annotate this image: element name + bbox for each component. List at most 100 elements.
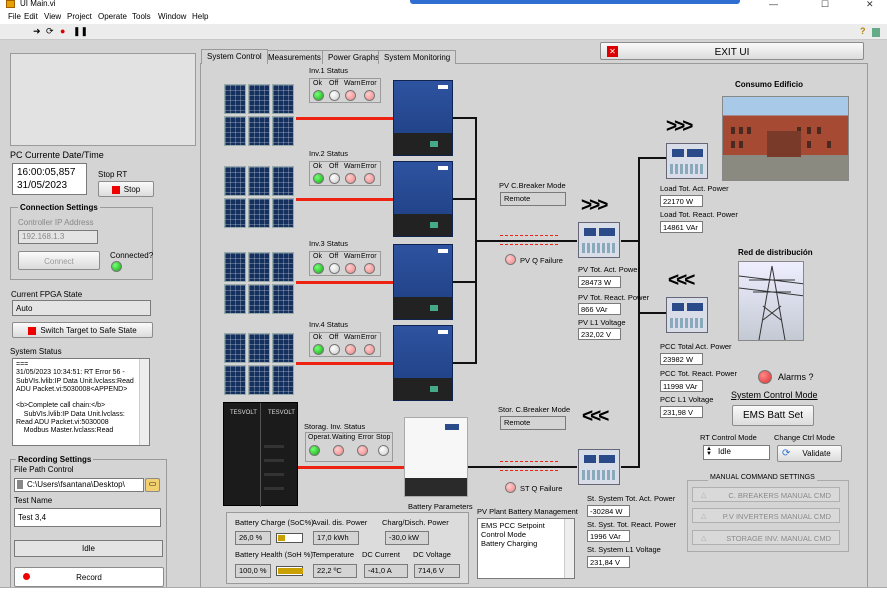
pause-icon[interactable]: ❚❚ bbox=[73, 27, 88, 36]
ac-line-pv-bus bbox=[621, 240, 639, 242]
grid-title: Red de distribución bbox=[738, 248, 813, 257]
inverter-4-off-led bbox=[329, 344, 340, 355]
ems-batt-set-button[interactable]: EMS Batt Set bbox=[732, 405, 814, 426]
solar-panel bbox=[248, 198, 270, 228]
inverter-3-off-led bbox=[329, 263, 340, 274]
solar-panel bbox=[248, 252, 270, 282]
storage-status-waiting: Waiting bbox=[332, 434, 356, 441]
solar-panel bbox=[224, 84, 246, 114]
close-icon[interactable]: ✕ bbox=[866, 0, 874, 10]
pcc-voltage-label: PCC L1 Voltage bbox=[660, 395, 714, 404]
pv-batt-mgmt-scrollbar[interactable] bbox=[564, 519, 574, 578]
pv-inverters-manual-cmd-button[interactable]: △ P.V INVERTERS MANUAL CMD bbox=[692, 508, 840, 523]
stop-rt-button[interactable]: Stop bbox=[98, 181, 154, 197]
storage-inv-status-box: Operat. Waiting Error Stop bbox=[305, 432, 393, 462]
st-breaker-symbol bbox=[500, 461, 558, 471]
grid-energy-meter bbox=[666, 297, 708, 333]
validate-button[interactable]: ⟳ Validate bbox=[777, 445, 842, 462]
menu-help[interactable]: Help bbox=[192, 12, 208, 21]
tab-system-monitoring[interactable]: System Monitoring bbox=[378, 50, 457, 64]
system-status-label: System Status bbox=[10, 347, 62, 356]
storage-error-led bbox=[357, 445, 368, 456]
soc-value: 26,0 % bbox=[235, 531, 271, 545]
storage-inv-status-title: Storag. Inv. Status bbox=[304, 422, 366, 431]
switch-safe-state-button[interactable]: Switch Target to Safe State bbox=[12, 322, 153, 338]
solar-panel bbox=[224, 284, 246, 314]
test-name-field[interactable]: Test 3,4 bbox=[14, 508, 161, 527]
ac-line-inv1 bbox=[453, 117, 476, 119]
ac-line-grid bbox=[638, 312, 666, 314]
inverter-status-header-warn: Warn bbox=[344, 80, 361, 87]
load-react-power-value: 14861 VAr bbox=[660, 221, 703, 233]
file-path-field[interactable]: C:\Users\fsantana\Desktop\ bbox=[14, 478, 144, 492]
dc-current-value: -41,0 A bbox=[364, 564, 408, 578]
stop-icon bbox=[111, 185, 120, 194]
st-react-power-value: 1996 VAr bbox=[587, 530, 630, 542]
pv-q-failure-label: PV Q Failure bbox=[520, 256, 563, 265]
system-status-scrollbar[interactable] bbox=[139, 359, 149, 445]
tower-icon bbox=[739, 265, 803, 340]
pv-batt-mgmt-list[interactable]: EMS PCC Setpoint Control Mode Battery Ch… bbox=[477, 518, 575, 579]
inverter-status-header-error: Error bbox=[361, 80, 377, 87]
browse-folder-icon[interactable]: ▭ bbox=[145, 478, 160, 492]
switch-button-label: Switch Target to Safe State bbox=[40, 326, 137, 335]
storage-inv-manual-cmd-button[interactable]: △ STORAGE INV. MANUAL CMD bbox=[692, 530, 840, 545]
maximize-icon[interactable]: ☐ bbox=[821, 0, 829, 10]
solar-panel bbox=[272, 284, 294, 314]
record-button-label: Record bbox=[76, 573, 102, 582]
menu-project[interactable]: Project bbox=[67, 12, 92, 21]
inverter-1-status-title: Inv.1 Status bbox=[309, 66, 349, 75]
load-flow-arrows: >>> bbox=[666, 116, 693, 137]
pv-voltage-value: 232,02 V bbox=[578, 328, 621, 340]
storage-manual-label: STORAGE INV. MANUAL CMD bbox=[726, 534, 831, 543]
tab-system-control[interactable]: System Control bbox=[201, 49, 268, 64]
system-status-log[interactable]: === 31/05/2023 10:34:51: RT Error 56 - S… bbox=[12, 358, 150, 446]
abort-icon[interactable]: ● bbox=[60, 27, 65, 36]
datetime-label: PC Currente Date/Time bbox=[10, 150, 104, 160]
power-tower-photo bbox=[738, 261, 804, 341]
bottom-status-strip bbox=[0, 587, 887, 592]
storage-stop-led bbox=[378, 445, 389, 456]
menu-edit[interactable]: Edit bbox=[24, 12, 38, 21]
refresh-icon: ⟳ bbox=[782, 448, 791, 459]
storage-status-error: Error bbox=[358, 434, 374, 441]
minimize-icon[interactable]: — bbox=[769, 0, 778, 9]
inverter-1-off-led bbox=[329, 90, 340, 101]
menu-view[interactable]: View bbox=[44, 12, 61, 21]
run-continuous-icon[interactable]: ⟳ bbox=[46, 27, 54, 36]
vi-icon bbox=[872, 28, 880, 37]
menu-window[interactable]: Window bbox=[158, 12, 186, 21]
menu-tools[interactable]: Tools bbox=[132, 12, 151, 21]
exit-ui-button[interactable]: ✕ EXIT UI bbox=[600, 42, 864, 60]
spinner-arrows-icon[interactable]: ▲ ▼ bbox=[706, 446, 712, 457]
validate-label: Validate bbox=[802, 449, 831, 458]
inverter-1-ok-led bbox=[313, 90, 324, 101]
inverter-4-warn-led bbox=[345, 344, 356, 355]
run-arrow-icon[interactable]: ➜ bbox=[33, 27, 41, 36]
pv-breaker-mode-field: Remote bbox=[500, 192, 566, 206]
tab-measurements[interactable]: Measurements bbox=[262, 50, 327, 64]
solar-panel bbox=[272, 84, 294, 114]
context-help-icon[interactable]: ? bbox=[860, 27, 866, 36]
solar-panel bbox=[248, 284, 270, 314]
date-value: 31/05/2023 bbox=[17, 180, 68, 191]
dc-line-3 bbox=[296, 281, 393, 284]
connected-led bbox=[111, 261, 122, 272]
dc-current-label: DC Current bbox=[362, 550, 400, 559]
inverter-status-header-off: Off bbox=[329, 253, 339, 260]
menu-file[interactable]: File bbox=[8, 12, 21, 21]
pv-breaker-symbol bbox=[500, 235, 558, 245]
labview-app-icon bbox=[6, 0, 15, 8]
record-icon bbox=[23, 573, 30, 580]
connected-label: Connected? bbox=[110, 251, 154, 260]
menu-operate[interactable]: Operate bbox=[98, 12, 127, 21]
storage-flow-arrows: <<< bbox=[582, 406, 609, 427]
alarms-label: Alarms ? bbox=[778, 372, 814, 382]
breakers-manual-cmd-button[interactable]: △ C. BREAKERS MANUAL CMD bbox=[692, 487, 840, 502]
connect-button[interactable]: Connect bbox=[18, 251, 100, 270]
rt-control-mode-field[interactable]: Idle bbox=[703, 445, 770, 460]
record-button[interactable]: Record bbox=[14, 567, 164, 587]
controller-ip-field[interactable]: 192.168.1.3 bbox=[18, 230, 98, 244]
tab-power-graphs[interactable]: Power Graphs bbox=[322, 50, 386, 64]
pv-batt-mgmt-label: PV Plant Battery Management bbox=[477, 507, 578, 516]
